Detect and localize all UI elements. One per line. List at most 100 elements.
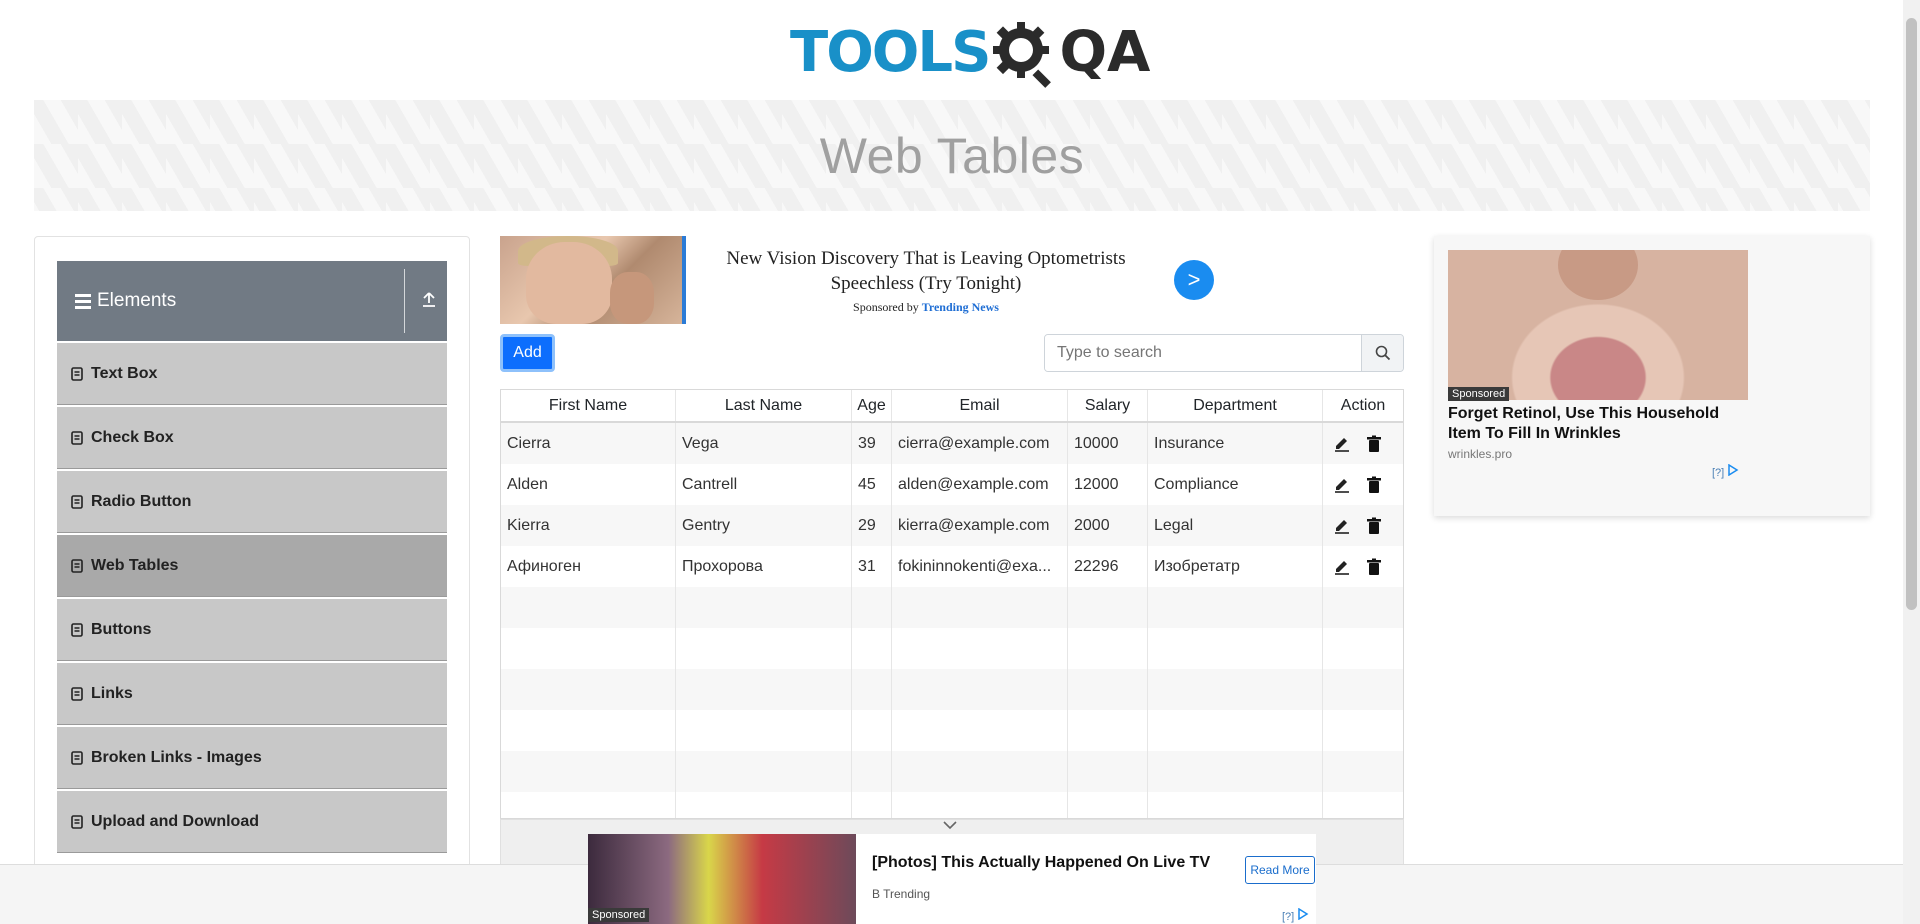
ad-sponsored-by: Sponsored by xyxy=(853,299,919,314)
ad-source[interactable]: B Trending xyxy=(872,887,930,901)
sidebar-item-label: Check Box xyxy=(91,428,174,446)
item-icon xyxy=(71,622,83,637)
column-header[interactable]: Age xyxy=(852,390,892,421)
column-header[interactable]: Department xyxy=(1148,390,1323,421)
ad-headline[interactable]: [Photos] This Actually Happened On Live … xyxy=(872,854,1210,872)
sidebar-item-upload-download[interactable]: Upload and Download xyxy=(57,791,447,853)
item-icon xyxy=(71,558,83,573)
top-ad[interactable]: New Vision Discovery That is Leaving Opt… xyxy=(500,236,1404,324)
column-header: Action xyxy=(1340,396,1386,414)
column-header[interactable]: Email xyxy=(892,390,1068,421)
table-body: Cierra Vega 39 cierra@example.com 10000 … xyxy=(501,423,1403,818)
chevron-down-icon[interactable] xyxy=(942,820,958,830)
ad-sponsor-line: Sponsored by Trending News xyxy=(706,300,1146,315)
cell-action xyxy=(1323,505,1403,546)
cell-action xyxy=(1323,423,1403,464)
cell-salary: 10000 xyxy=(1068,423,1148,464)
adchoices-label: [?] xyxy=(1712,467,1725,479)
left-panel: Elements Text Box Check Box Radio Button… xyxy=(34,236,470,924)
edit-icon[interactable] xyxy=(1333,558,1351,576)
cell-last-name: Gentry xyxy=(676,505,852,546)
sidebar-item-web-tables[interactable]: Web Tables xyxy=(57,535,447,597)
sidebar-item-links[interactable]: Links xyxy=(57,663,447,725)
sidebar-item-radio-button[interactable]: Radio Button xyxy=(57,471,447,533)
cell-last-name: Cantrell xyxy=(676,464,852,505)
ad-headline[interactable]: New Vision Discovery That is Leaving Opt… xyxy=(706,246,1146,296)
cell-first-name: Афиноген xyxy=(501,546,676,587)
sidebar-item-label: Web Tables xyxy=(91,556,179,574)
ad-image[interactable] xyxy=(1448,250,1748,400)
read-more-button[interactable]: Read More xyxy=(1245,856,1315,884)
logo-qa-text: QA xyxy=(1059,20,1151,85)
edit-icon[interactable] xyxy=(1333,435,1351,453)
item-icon xyxy=(71,430,83,445)
sidebar-item-text-box[interactable]: Text Box xyxy=(57,343,447,405)
search-button[interactable] xyxy=(1361,335,1403,371)
table-header: First Name Last Name Age Email Salary De… xyxy=(501,390,1403,423)
bottom-ad[interactable]: Sponsored [Photos] This Actually Happene… xyxy=(588,834,1316,924)
web-table: First Name Last Name Age Email Salary De… xyxy=(500,389,1404,819)
ad-copy[interactable]: New Vision Discovery That is Leaving Opt… xyxy=(706,246,1146,315)
toolsqa-logo[interactable]: TOOLS QA xyxy=(790,14,1150,92)
collapse-icon[interactable] xyxy=(420,290,438,308)
adchoices[interactable]: [?] xyxy=(1712,463,1739,479)
sidebar-menu: Text Box Check Box Radio Button Web Tabl… xyxy=(57,343,447,855)
trash-icon[interactable] xyxy=(1365,517,1383,535)
ad-source[interactable]: wrinkles.pro xyxy=(1448,447,1512,461)
right-ad[interactable]: Sponsored Forget Retinol, Use This House… xyxy=(1434,236,1870,516)
item-icon xyxy=(71,686,83,701)
gear-magnifier-icon xyxy=(993,22,1052,88)
ad-sponsor[interactable]: Trending News xyxy=(922,300,999,314)
item-icon xyxy=(71,366,83,381)
add-button[interactable]: Add xyxy=(500,334,555,372)
sidebar-item-label: Buttons xyxy=(91,620,152,638)
page: TOOLS QA Web Tables Elements Text Box Ch… xyxy=(0,0,1920,924)
empty-row xyxy=(501,669,1403,710)
sidebar-item-label: Upload and Download xyxy=(91,812,259,830)
ad-title[interactable]: Forget Retinol, Use This Household Item … xyxy=(1448,404,1748,444)
cell-department: Изобретатр xyxy=(1148,546,1323,587)
adchoices-label: [?] xyxy=(1282,911,1295,923)
page-banner: Web Tables xyxy=(34,100,1870,211)
column-header[interactable]: First Name xyxy=(501,390,676,421)
cell-email: fokininnokenti@exa... xyxy=(892,546,1068,587)
trash-icon[interactable] xyxy=(1365,435,1383,453)
empty-row xyxy=(501,710,1403,751)
sponsored-tag: Sponsored xyxy=(588,908,650,922)
search-icon xyxy=(1375,345,1390,361)
page-scrollbar[interactable] xyxy=(1903,0,1920,924)
scrollbar-thumb[interactable] xyxy=(1906,18,1917,610)
cell-salary: 12000 xyxy=(1068,464,1148,505)
table-row: Kierra Gentry 29 kierra@example.com 2000… xyxy=(501,505,1403,546)
trash-icon[interactable] xyxy=(1365,558,1383,576)
column-header[interactable]: Last Name xyxy=(676,390,852,421)
cell-department: Legal xyxy=(1148,505,1323,546)
cell-salary: 22296 xyxy=(1068,546,1148,587)
column-header[interactable]: Salary xyxy=(1068,390,1148,421)
item-icon xyxy=(71,814,83,829)
cell-department: Compliance xyxy=(1148,464,1323,505)
search-input[interactable] xyxy=(1045,335,1361,371)
sidebar-item-check-box[interactable]: Check Box xyxy=(57,407,447,469)
trash-icon[interactable] xyxy=(1365,476,1383,494)
cell-email: kierra@example.com xyxy=(892,505,1068,546)
cell-department: Insurance xyxy=(1148,423,1323,464)
cell-email: cierra@example.com xyxy=(892,423,1068,464)
sidebar-item-buttons[interactable]: Buttons xyxy=(57,599,447,661)
edit-icon[interactable] xyxy=(1333,517,1351,535)
cell-age: 39 xyxy=(852,423,892,464)
adchoices-icon xyxy=(1298,907,1309,921)
cell-age: 31 xyxy=(852,546,892,587)
sponsored-tag: Sponsored xyxy=(1448,387,1510,401)
edit-icon[interactable] xyxy=(1333,476,1351,494)
adchoices[interactable]: [?] xyxy=(1282,907,1309,923)
cell-age: 29 xyxy=(852,505,892,546)
elements-group-header[interactable]: Elements xyxy=(57,261,447,341)
cell-last-name: Vega xyxy=(676,423,852,464)
ad-go-button[interactable]: > xyxy=(1174,260,1214,300)
ad-image[interactable] xyxy=(500,236,686,324)
header-divider xyxy=(404,269,405,333)
cell-action xyxy=(1323,546,1403,587)
sidebar-item-broken-links[interactable]: Broken Links - Images xyxy=(57,727,447,789)
sidebar-item-label: Radio Button xyxy=(91,492,192,510)
